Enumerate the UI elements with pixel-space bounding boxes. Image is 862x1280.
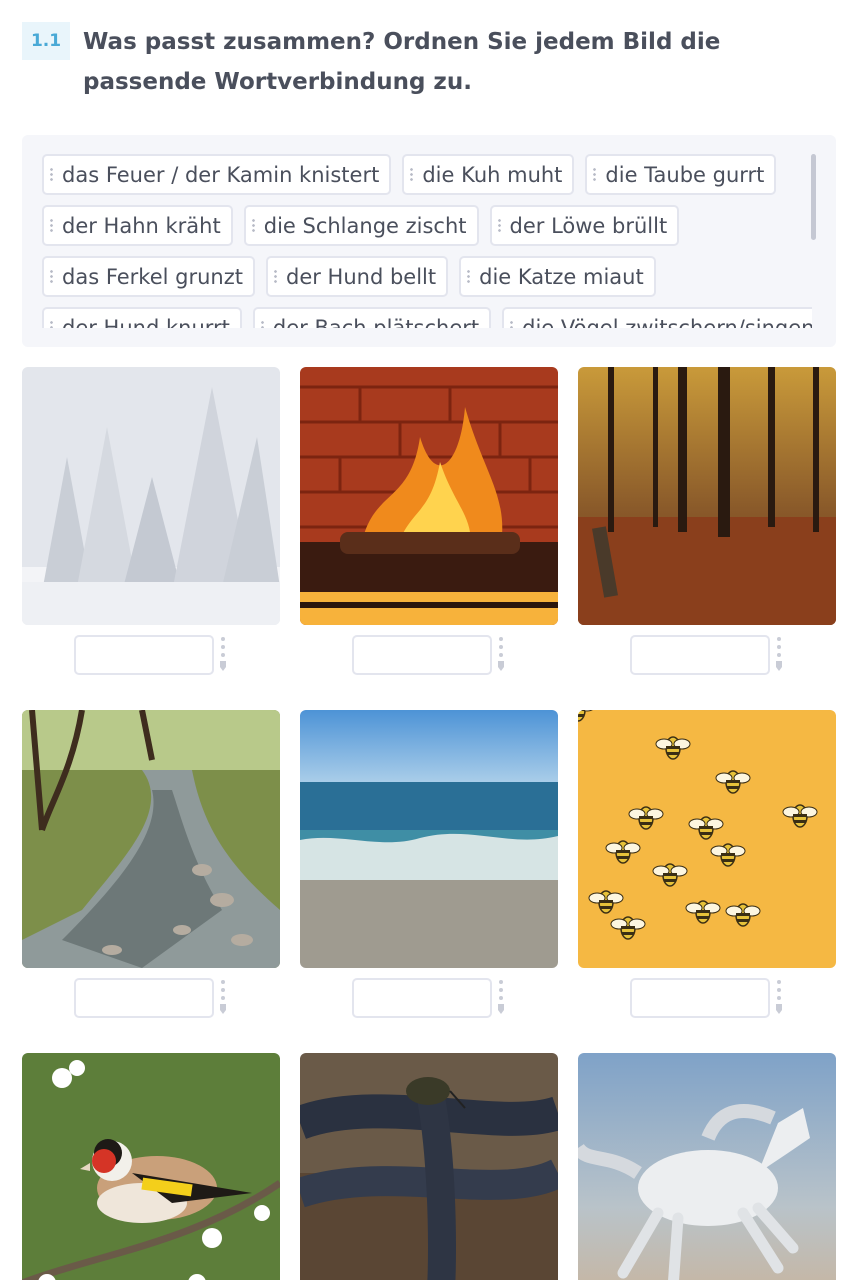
white-horse-image bbox=[578, 1053, 836, 1280]
word-chip[interactable]: die Katze miaut bbox=[459, 256, 656, 297]
drag-handle-icon bbox=[260, 319, 264, 328]
word-chip-label: das Feuer / der Kamin knistert bbox=[62, 162, 380, 187]
autumn-forest-image bbox=[578, 367, 836, 625]
word-chip[interactable]: der Löwe brüllt bbox=[489, 205, 680, 246]
drag-handle-icon bbox=[497, 217, 501, 234]
drag-handle-icon bbox=[593, 166, 597, 183]
answer-drop-field[interactable] bbox=[630, 635, 770, 675]
word-bank-row: das Feuer / der Kamin knistert die Kuh m… bbox=[42, 154, 812, 195]
sea-image bbox=[300, 710, 558, 968]
answer-drop-field[interactable] bbox=[74, 978, 214, 1018]
word-chip[interactable]: das Feuer / der Kamin knistert bbox=[42, 154, 392, 195]
answer-drop-field[interactable] bbox=[630, 978, 770, 1018]
word-chip[interactable]: der Hund bellt bbox=[265, 256, 449, 297]
goldfinch-bird-image bbox=[22, 1053, 280, 1280]
word-chip[interactable]: die Kuh muht bbox=[402, 154, 575, 195]
task-number-badge: 1.1 bbox=[22, 22, 70, 60]
answer-drop-field[interactable] bbox=[352, 635, 492, 675]
word-chip-label: das Ferkel grunzt bbox=[62, 264, 243, 289]
drag-handle-icon bbox=[410, 166, 414, 183]
answer-drop-field[interactable] bbox=[352, 978, 492, 1018]
word-chip[interactable]: die Taube gurrt bbox=[585, 154, 777, 195]
task-header: 1.1 Was passt zusammen? Ordnen Sie jedem… bbox=[22, 22, 842, 102]
drop-field-handle-icon[interactable] bbox=[220, 980, 226, 1018]
drag-handle-icon bbox=[50, 319, 53, 328]
drag-handle-icon bbox=[467, 268, 471, 285]
word-chip-label: der Hund knurrt bbox=[62, 315, 230, 329]
word-chip[interactable]: der Bach plätschert bbox=[252, 307, 492, 329]
drop-field-handle-icon[interactable] bbox=[498, 980, 504, 1018]
word-bank-scrollbar[interactable] bbox=[811, 154, 816, 240]
answer-drop-field[interactable] bbox=[74, 635, 214, 675]
word-chip[interactable]: die Schlange zischt bbox=[243, 205, 479, 246]
word-chip[interactable]: der Hund knurrt bbox=[42, 307, 242, 328]
word-bank-row: das Ferkel grunzt der Hund bellt die Kat… bbox=[42, 256, 812, 297]
word-chip-label: der Löwe brüllt bbox=[509, 213, 668, 238]
word-chip-label: die Vögel zwitschern/singen bbox=[522, 315, 812, 329]
drag-handle-icon bbox=[50, 217, 53, 234]
word-chip-label: der Hahn kräht bbox=[62, 213, 221, 238]
drop-field-handle-icon[interactable] bbox=[776, 980, 782, 1018]
word-chip[interactable]: der Hahn kräht bbox=[42, 205, 233, 246]
word-bank: das Feuer / der Kamin knistert die Kuh m… bbox=[22, 135, 836, 347]
word-chip-label: der Hund bellt bbox=[285, 264, 437, 289]
stream-image bbox=[22, 710, 280, 968]
word-bank-list[interactable]: das Feuer / der Kamin knistert die Kuh m… bbox=[42, 154, 812, 328]
word-chip-label: der Bach plätschert bbox=[272, 315, 480, 329]
drag-handle-icon bbox=[273, 268, 277, 285]
word-chip-label: die Katze miaut bbox=[479, 264, 644, 289]
snowy-forest-image bbox=[22, 367, 280, 625]
word-bank-row: der Hund knurrt der Bach plätschert die … bbox=[42, 307, 812, 328]
drag-handle-icon bbox=[510, 319, 514, 328]
word-chip[interactable]: die Vögel zwitschern/singen bbox=[502, 307, 812, 328]
drag-handle-icon bbox=[50, 268, 53, 285]
word-bank-row: der Hahn kräht die Schlange zischt der L… bbox=[42, 205, 812, 246]
drop-field-handle-icon[interactable] bbox=[220, 637, 226, 675]
word-chip-label: die Kuh muht bbox=[422, 162, 563, 187]
drop-field-handle-icon[interactable] bbox=[498, 637, 504, 675]
word-chip-label: die Schlange zischt bbox=[263, 213, 467, 238]
drag-handle-icon bbox=[251, 217, 255, 234]
word-chip-label: die Taube gurrt bbox=[605, 162, 765, 187]
bees-image bbox=[578, 710, 836, 968]
fireplace-image bbox=[300, 367, 558, 625]
drag-handle-icon bbox=[50, 166, 53, 183]
snake-image bbox=[300, 1053, 558, 1280]
task-title: Was passt zusammen? Ordnen Sie jedem Bil… bbox=[83, 29, 721, 95]
word-chip[interactable]: das Ferkel grunzt bbox=[42, 256, 255, 297]
drop-field-handle-icon[interactable] bbox=[776, 637, 782, 675]
